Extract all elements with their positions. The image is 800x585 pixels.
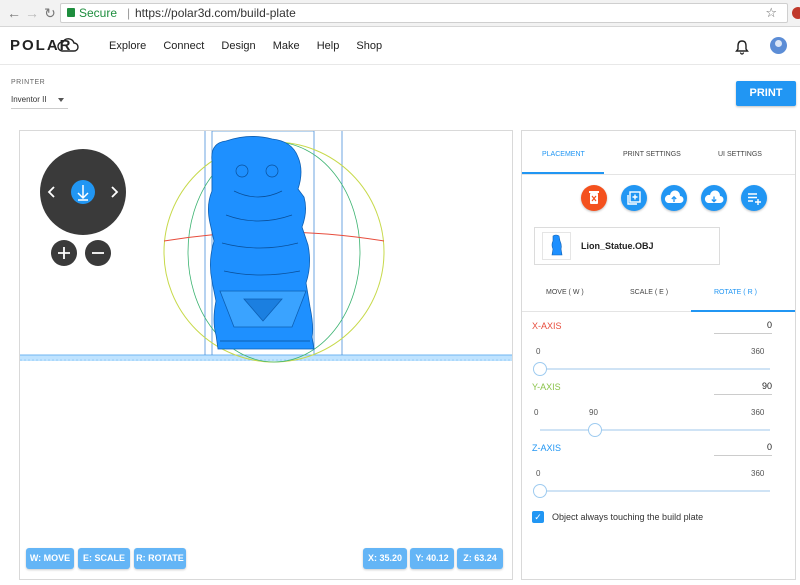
duplicate-model-button[interactable] — [621, 185, 647, 211]
y-axis-slider-knob[interactable] — [588, 423, 602, 437]
nav-explore[interactable]: Explore — [109, 40, 146, 52]
reload-icon[interactable]: ↻ — [42, 5, 58, 21]
browser-toolbar: ← → ↻ Secure | https://polar3d.com/build… — [0, 0, 800, 27]
nav-connect[interactable]: Connect — [163, 40, 204, 52]
subtab-scale[interactable]: SCALE ( E ) — [630, 289, 668, 296]
nav-help[interactable]: Help — [317, 40, 340, 52]
add-to-queue-button[interactable] — [741, 185, 767, 211]
secure-label: Secure — [79, 6, 118, 20]
avatar[interactable] — [770, 37, 787, 54]
subtab-move[interactable]: MOVE ( W ) — [546, 289, 584, 296]
printer-select[interactable]: Inventor II — [11, 93, 68, 109]
x-coordinate-badge: X: 35.20 — [363, 548, 407, 569]
bell-icon[interactable] — [735, 39, 749, 55]
x-axis-min: 0 — [536, 347, 541, 356]
back-icon[interactable]: ← — [6, 5, 22, 21]
printer-label: PRINTER — [11, 79, 46, 86]
url-text: https://polar3d.com/build-plate — [135, 6, 296, 20]
printer-selected-value: Inventor II — [11, 95, 47, 104]
z-axis-slider-track[interactable] — [540, 490, 770, 492]
download-model-button[interactable] — [701, 185, 727, 211]
move-mode-button[interactable]: W: MOVE — [26, 548, 74, 569]
forward-icon[interactable]: → — [24, 5, 40, 21]
y-coordinate-badge: Y: 40.12 — [410, 548, 454, 569]
z-axis-min: 0 — [536, 469, 541, 478]
model-file-card[interactable]: Lion_Statue.OBJ — [534, 227, 720, 265]
chevron-down-icon — [58, 98, 64, 102]
extension-icon[interactable] — [792, 7, 800, 19]
lion-statue-model[interactable] — [208, 136, 315, 350]
tab-ui-settings[interactable]: UI SETTINGS — [718, 151, 762, 158]
nav-shop[interactable]: Shop — [356, 40, 382, 52]
z-axis-max: 360 — [751, 469, 765, 478]
y-axis-max: 360 — [751, 408, 765, 417]
address-bar[interactable]: Secure | https://polar3d.com/build-plate… — [60, 3, 788, 23]
subtab-rotate[interactable]: ROTATE ( R ) — [714, 289, 757, 296]
x-axis-slider-track[interactable] — [540, 368, 770, 370]
model-file-name: Lion_Statue.OBJ — [581, 241, 654, 251]
lock-icon — [67, 8, 75, 17]
cloud-logo-icon — [57, 38, 79, 52]
y-axis-slider-track[interactable] — [540, 429, 770, 431]
app-header: POLAR Explore Connect Design Make Help S… — [0, 27, 800, 65]
y-axis-current: 90 — [589, 408, 598, 417]
y-axis-value-input[interactable]: 90 — [714, 381, 772, 395]
playlist-add-icon — [748, 193, 761, 205]
upload-model-button[interactable] — [661, 185, 687, 211]
rotate-mode-button[interactable]: R: ROTATE — [134, 548, 186, 569]
tab-print-settings[interactable]: PRINT SETTINGS — [623, 151, 681, 158]
cloud-download-icon — [704, 190, 724, 203]
build-plate-viewer[interactable]: W: MOVE E: SCALE R: ROTATE X: 35.20 Y: 4… — [19, 130, 513, 580]
panel-tabs: PLACEMENT PRINT SETTINGS UI SETTINGS — [522, 131, 795, 175]
model-thumbnail — [542, 232, 571, 260]
x-axis-value-input[interactable]: 0 — [714, 320, 772, 334]
touch-build-plate-checkbox[interactable]: ✓ — [532, 511, 544, 523]
x-axis-slider-knob[interactable] — [533, 362, 547, 376]
print-button[interactable]: PRINT — [736, 81, 796, 106]
settings-panel: PLACEMENT PRINT SETTINGS UI SETTINGS Lio… — [521, 130, 796, 580]
camera-nav-pad — [40, 149, 126, 266]
delete-model-button[interactable] — [581, 185, 607, 211]
z-axis-value-input[interactable]: 0 — [714, 442, 772, 456]
trash-icon — [589, 191, 599, 204]
library-add-icon — [627, 191, 641, 205]
y-axis-min: 0 — [534, 408, 539, 417]
z-axis-slider-knob[interactable] — [533, 484, 547, 498]
x-axis-label: X-AXIS — [532, 321, 562, 331]
main-nav: Explore Connect Design Make Help Shop — [109, 40, 396, 52]
nav-design[interactable]: Design — [221, 40, 255, 52]
active-tab-indicator — [522, 172, 604, 174]
y-axis-label: Y-AXIS — [532, 382, 561, 392]
nav-make[interactable]: Make — [273, 40, 300, 52]
x-axis-max: 360 — [751, 347, 765, 356]
bookmark-star-icon[interactable]: ☆ — [765, 4, 777, 22]
url-separator: | — [127, 6, 131, 20]
touch-build-plate-label: Object always touching the build plate — [552, 512, 704, 522]
tab-placement[interactable]: PLACEMENT — [542, 151, 585, 158]
z-axis-label: Z-AXIS — [532, 443, 562, 453]
active-subtab-indicator — [691, 310, 795, 312]
cloud-upload-icon — [664, 190, 684, 203]
z-coordinate-badge: Z: 63.24 — [457, 548, 503, 569]
transform-subtabs: MOVE ( W ) SCALE ( E ) ROTATE ( R ) — [522, 278, 795, 312]
scale-mode-button[interactable]: E: SCALE — [78, 548, 130, 569]
